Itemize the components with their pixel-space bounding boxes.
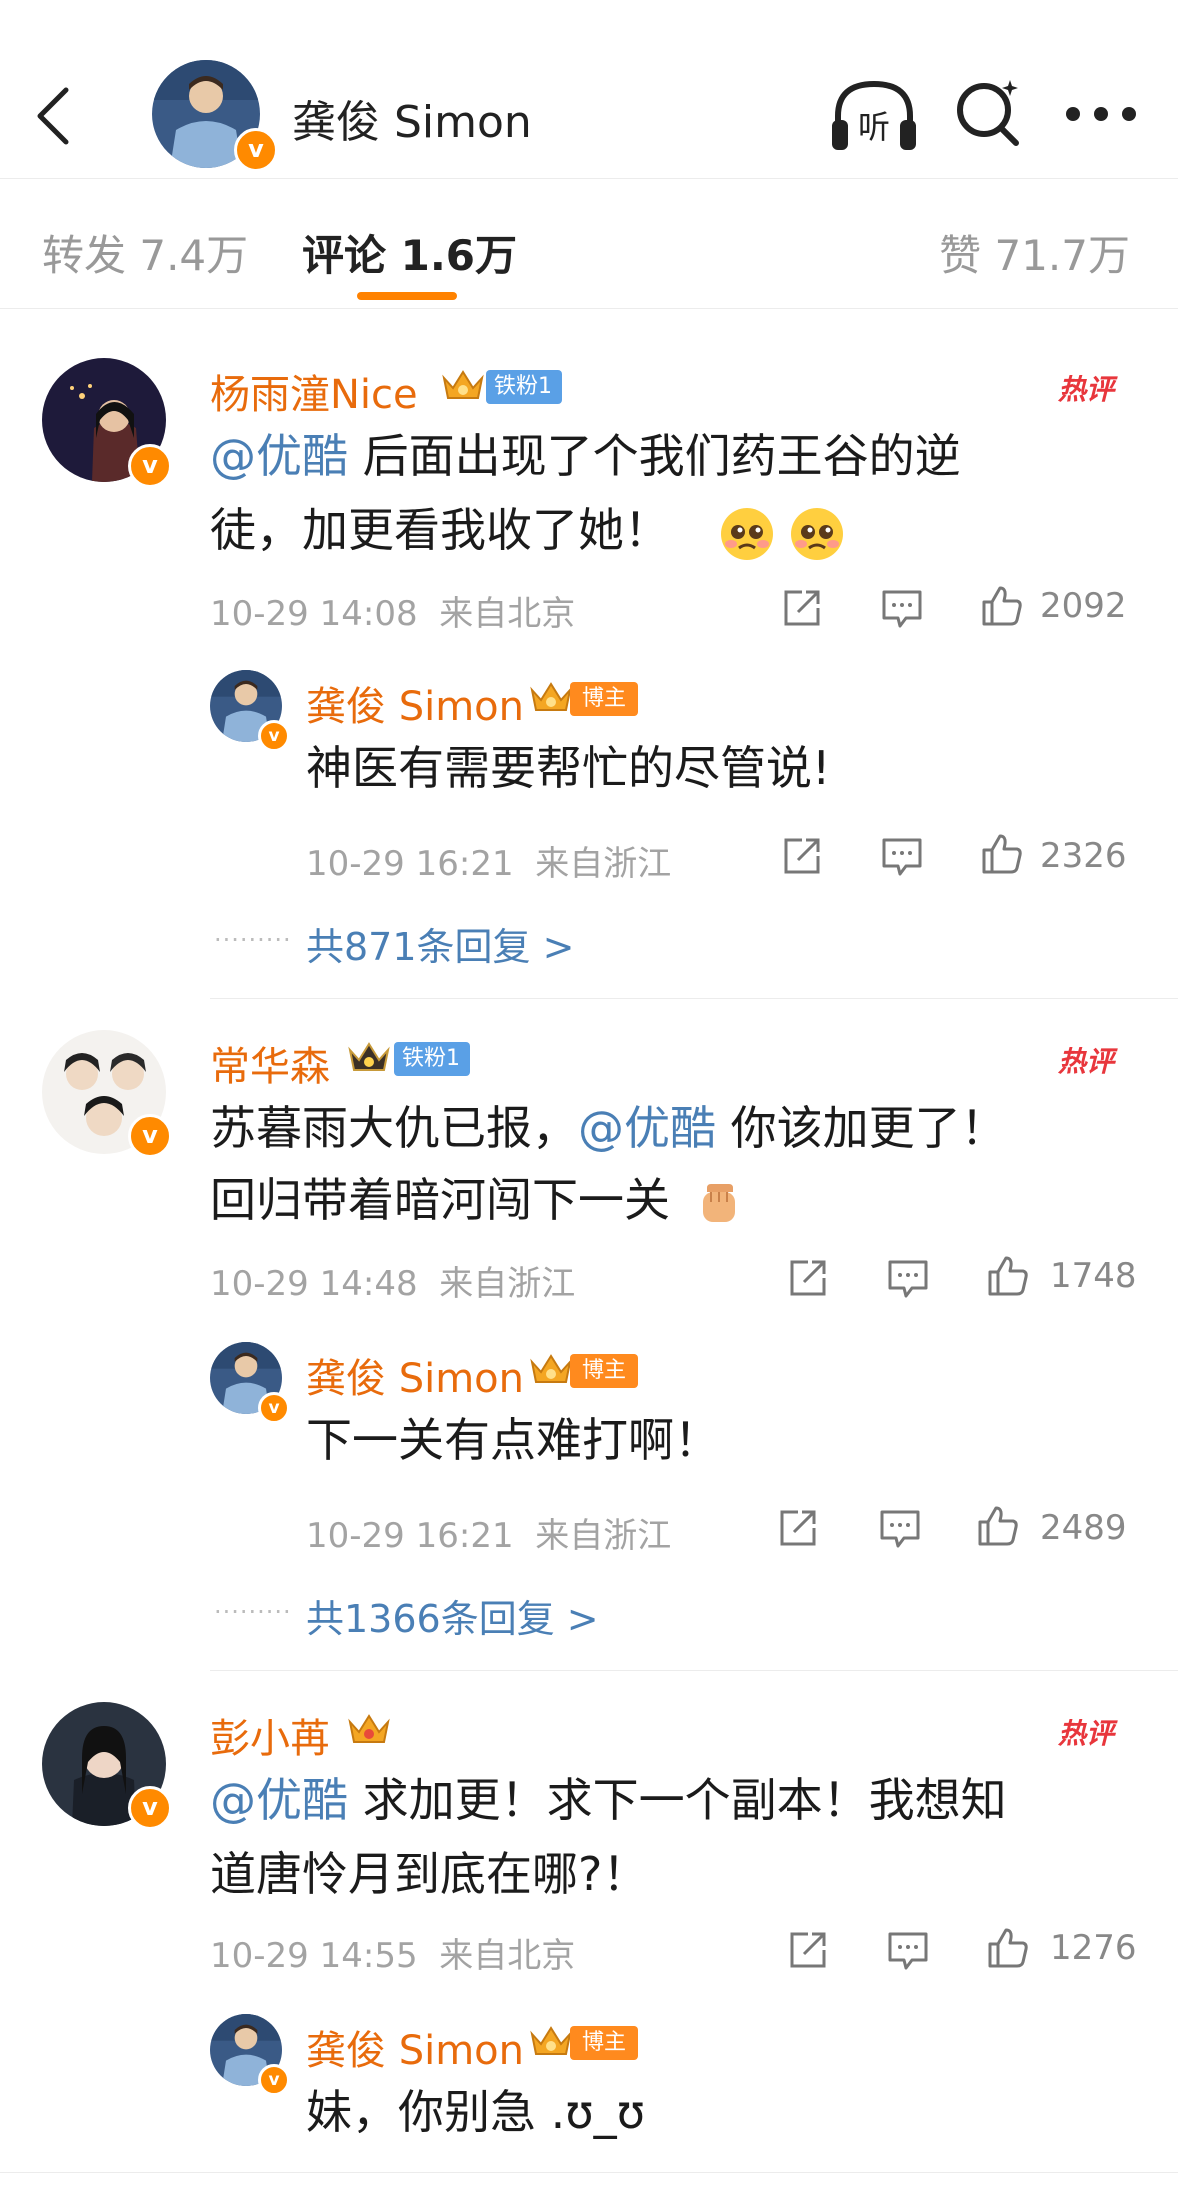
comment-text-line1: @优酷 后面出现了个我们药王谷的逆 [210,429,961,483]
comment-location: 来自浙江 [439,1264,576,1304]
reply-location: 来自浙江 [535,844,672,884]
view-replies-link[interactable]: 共871条回复 > [306,916,574,971]
crown-icon [442,370,484,399]
like-icon[interactable] [986,1926,1030,1970]
comment-icon[interactable] [878,1506,922,1550]
reply-meta: 10-29 16:21 来自浙江 [306,836,671,885]
share-icon[interactable] [780,834,824,878]
crown-icon [348,1042,390,1071]
reply-text: 下一关有点难打啊！ [306,1413,720,1467]
dotted-leader: ········· [214,1598,292,1626]
listen-icon[interactable]: 听 [828,76,920,156]
comment-divider [210,1670,1178,1671]
share-icon[interactable] [780,586,824,630]
header-verified-icon: v [234,128,278,172]
reply-author-name[interactable]: 龚俊 Simon [306,674,524,732]
comment-icon[interactable] [880,834,924,878]
share-icon[interactable] [776,1506,820,1550]
crown-icon [530,1354,572,1383]
tab-comment[interactable]: 评论 1.6万 [302,222,517,283]
like-icon[interactable] [980,584,1024,628]
commenter-name[interactable]: 彭小苒 [210,1706,330,1764]
comment-text-line1: 苏暮雨大仇已报，@优酷 你该加更了！ [210,1101,1007,1155]
commenter-name[interactable]: 常华森 [210,1034,330,1092]
comment-icon[interactable] [880,586,924,630]
like-icon[interactable] [976,1504,1020,1548]
reply-time: 10-29 16:21 [306,1516,514,1556]
more-icon[interactable] [1064,104,1138,124]
commenter-name[interactable]: 杨雨潼Nice [210,362,418,420]
share-icon[interactable] [786,1256,830,1300]
reply-meta: 10-29 16:21 来自浙江 [306,1508,671,1557]
search-icon[interactable] [954,78,1024,148]
comment-location: 来自北京 [439,1936,576,1976]
verified-icon: v [128,1114,172,1158]
tab-repost[interactable]: 转发 7.4万 [42,222,248,283]
like-count: 2326 [1040,836,1127,876]
bottom-divider [0,2172,1178,2173]
like-count: 2489 [1040,1508,1127,1548]
comment-text-line1: @优酷 求加更！求下一个副本！我想知 [210,1773,1007,1827]
comment-text-line2: 回归带着暗河闯下一关 [210,1164,745,1236]
pleading-face-emoji-icon [791,507,844,560]
hot-comment-badge: 热评 [1058,373,1115,406]
verified-icon: v [128,1786,172,1830]
host-badge: 博主 [570,1354,639,1388]
listen-label: 听 [858,108,890,146]
mention-link[interactable]: @优酷 [578,1101,716,1155]
fan-level-badge: 铁粉1 [486,370,562,404]
reply-location: 来自浙江 [535,1516,672,1556]
reply-author-name[interactable]: 龚俊 Simon [306,2018,524,2076]
comment-location: 来自北京 [439,594,576,634]
comment-icon[interactable] [886,1256,930,1300]
verified-icon: v [258,1392,290,1424]
like-count: 2092 [1040,586,1127,626]
comment-meta: 10-29 14:55 来自北京 [210,1928,575,1977]
page-title: 龚俊 Simon [292,97,532,148]
reply-text: 妹，你别急 .ʊ_ʊ [306,2085,646,2139]
comment-icon[interactable] [886,1928,930,1972]
pleading-face-emoji-icon [720,507,773,560]
comment-meta: 10-29 14:08 来自北京 [210,586,575,635]
header-divider [0,178,1178,179]
host-badge: 博主 [570,2026,639,2060]
comment-text-line2: 道唐怜月到底在哪?！ [210,1847,649,1901]
raised-fist-emoji-icon [702,1183,735,1222]
like-count: 1748 [1050,1256,1137,1296]
hot-comment-badge: 热评 [1058,1717,1115,1750]
back-arrow-icon[interactable] [34,86,74,146]
comment-text-line2: 徒，加更看我收了她！ [210,494,845,566]
comment-divider [210,998,1178,999]
fan-level-badge: 铁粉1 [394,1042,470,1076]
comment-meta: 10-29 14:48 来自浙江 [210,1256,575,1305]
dotted-leader: ········· [214,926,292,954]
like-count: 1276 [1050,1928,1137,1968]
comment-time: 10-29 14:55 [210,1936,418,1976]
share-icon[interactable] [786,1928,830,1972]
mention-link[interactable]: @优酷 [210,429,348,483]
like-icon[interactable] [980,832,1024,876]
mention-link[interactable]: @优酷 [210,1773,348,1827]
verified-icon: v [128,444,172,488]
verified-icon: v [258,720,290,752]
comment-time: 10-29 14:48 [210,1264,418,1304]
active-tab-indicator [357,292,457,300]
tab-like[interactable]: 赞 71.7万 [939,222,1130,283]
crown-icon [348,1714,390,1743]
host-badge: 博主 [570,682,639,716]
view-replies-link[interactable]: 共1366条回复 > [306,1588,599,1643]
like-icon[interactable] [986,1254,1030,1298]
reply-text: 神医有需要帮忙的尽管说! [306,741,831,795]
tabs-divider [0,308,1178,309]
reply-time: 10-29 16:21 [306,844,514,884]
reply-author-name[interactable]: 龚俊 Simon [306,1346,524,1404]
verified-icon: v [258,2064,290,2096]
hot-comment-badge: 热评 [1058,1045,1115,1078]
comment-time: 10-29 14:08 [210,594,418,634]
crown-icon [530,682,572,711]
crown-icon [530,2026,572,2055]
